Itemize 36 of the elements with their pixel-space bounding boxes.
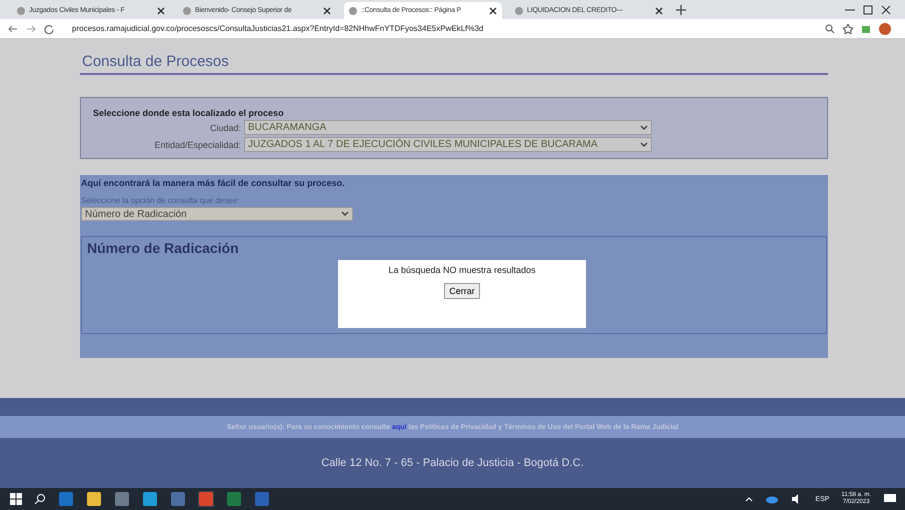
chevron-down-icon <box>341 211 349 217</box>
search-icon[interactable] <box>34 493 46 505</box>
address-text: Calle 12 No. 7 - 65 - Palacio de Justicia - Bogotá D.C. <box>321 457 584 469</box>
field-label: Entidad/Especialidad: <box>153 140 242 150</box>
chevron-down-icon <box>640 142 648 148</box>
close-icon[interactable] <box>881 4 891 14</box>
app-icon[interactable] <box>114 491 130 507</box>
close-button[interactable]: Cerrar <box>444 283 480 299</box>
app-icon[interactable] <box>86 491 102 507</box>
zoom-icon <box>825 24 835 34</box>
intro-text: Aquí encontrará la manera más fácil de consultar su proceso. <box>81 178 346 188</box>
chevron-icon[interactable] <box>745 496 754 502</box>
dialog-message: La búsqueda NO muestra resultados <box>388 265 536 275</box>
field-label: Ciudad: <box>208 122 242 132</box>
chevron-down-icon <box>640 124 648 130</box>
close-icon[interactable] <box>157 6 165 14</box>
profile-icon[interactable] <box>879 22 891 34</box>
windows-icon[interactable] <box>10 493 22 505</box>
close-icon[interactable] <box>323 6 331 14</box>
location-heading: Seleccione donde esta localizado el proceso <box>93 108 285 118</box>
dropdown[interactable]: Número de Radicación <box>81 207 353 221</box>
close-icon[interactable] <box>655 6 663 14</box>
reload-icon[interactable] <box>44 24 54 34</box>
address-field[interactable]: procesos.ramajudicial.gov.co/procesoscs/ConsultaJusticias21.aspx?EntryId=82NHhwFnYTDFyos34E5xPwEkLf%3d <box>62 24 484 33</box>
cloud-icon[interactable] <box>765 494 780 504</box>
star-icon[interactable] <box>843 24 853 34</box>
maximize-icon[interactable] <box>863 4 873 14</box>
dropdown[interactable]: BUCARAMANGA <box>244 120 652 135</box>
back-icon[interactable] <box>8 24 18 34</box>
section-title: Número de Radicación <box>87 240 240 256</box>
new-tab-icon[interactable] <box>676 4 686 14</box>
page-title: Consulta de Procesos <box>80 53 828 75</box>
close-icon[interactable] <box>489 6 497 14</box>
dropdown[interactable]: JUZGADOS 1 AL 7 DE EJECUCIÓN CIVILES MUNICIPALES DE BUCARAMA <box>244 137 652 152</box>
app-icon[interactable] <box>142 491 158 507</box>
notification-icon[interactable] <box>883 493 897 505</box>
